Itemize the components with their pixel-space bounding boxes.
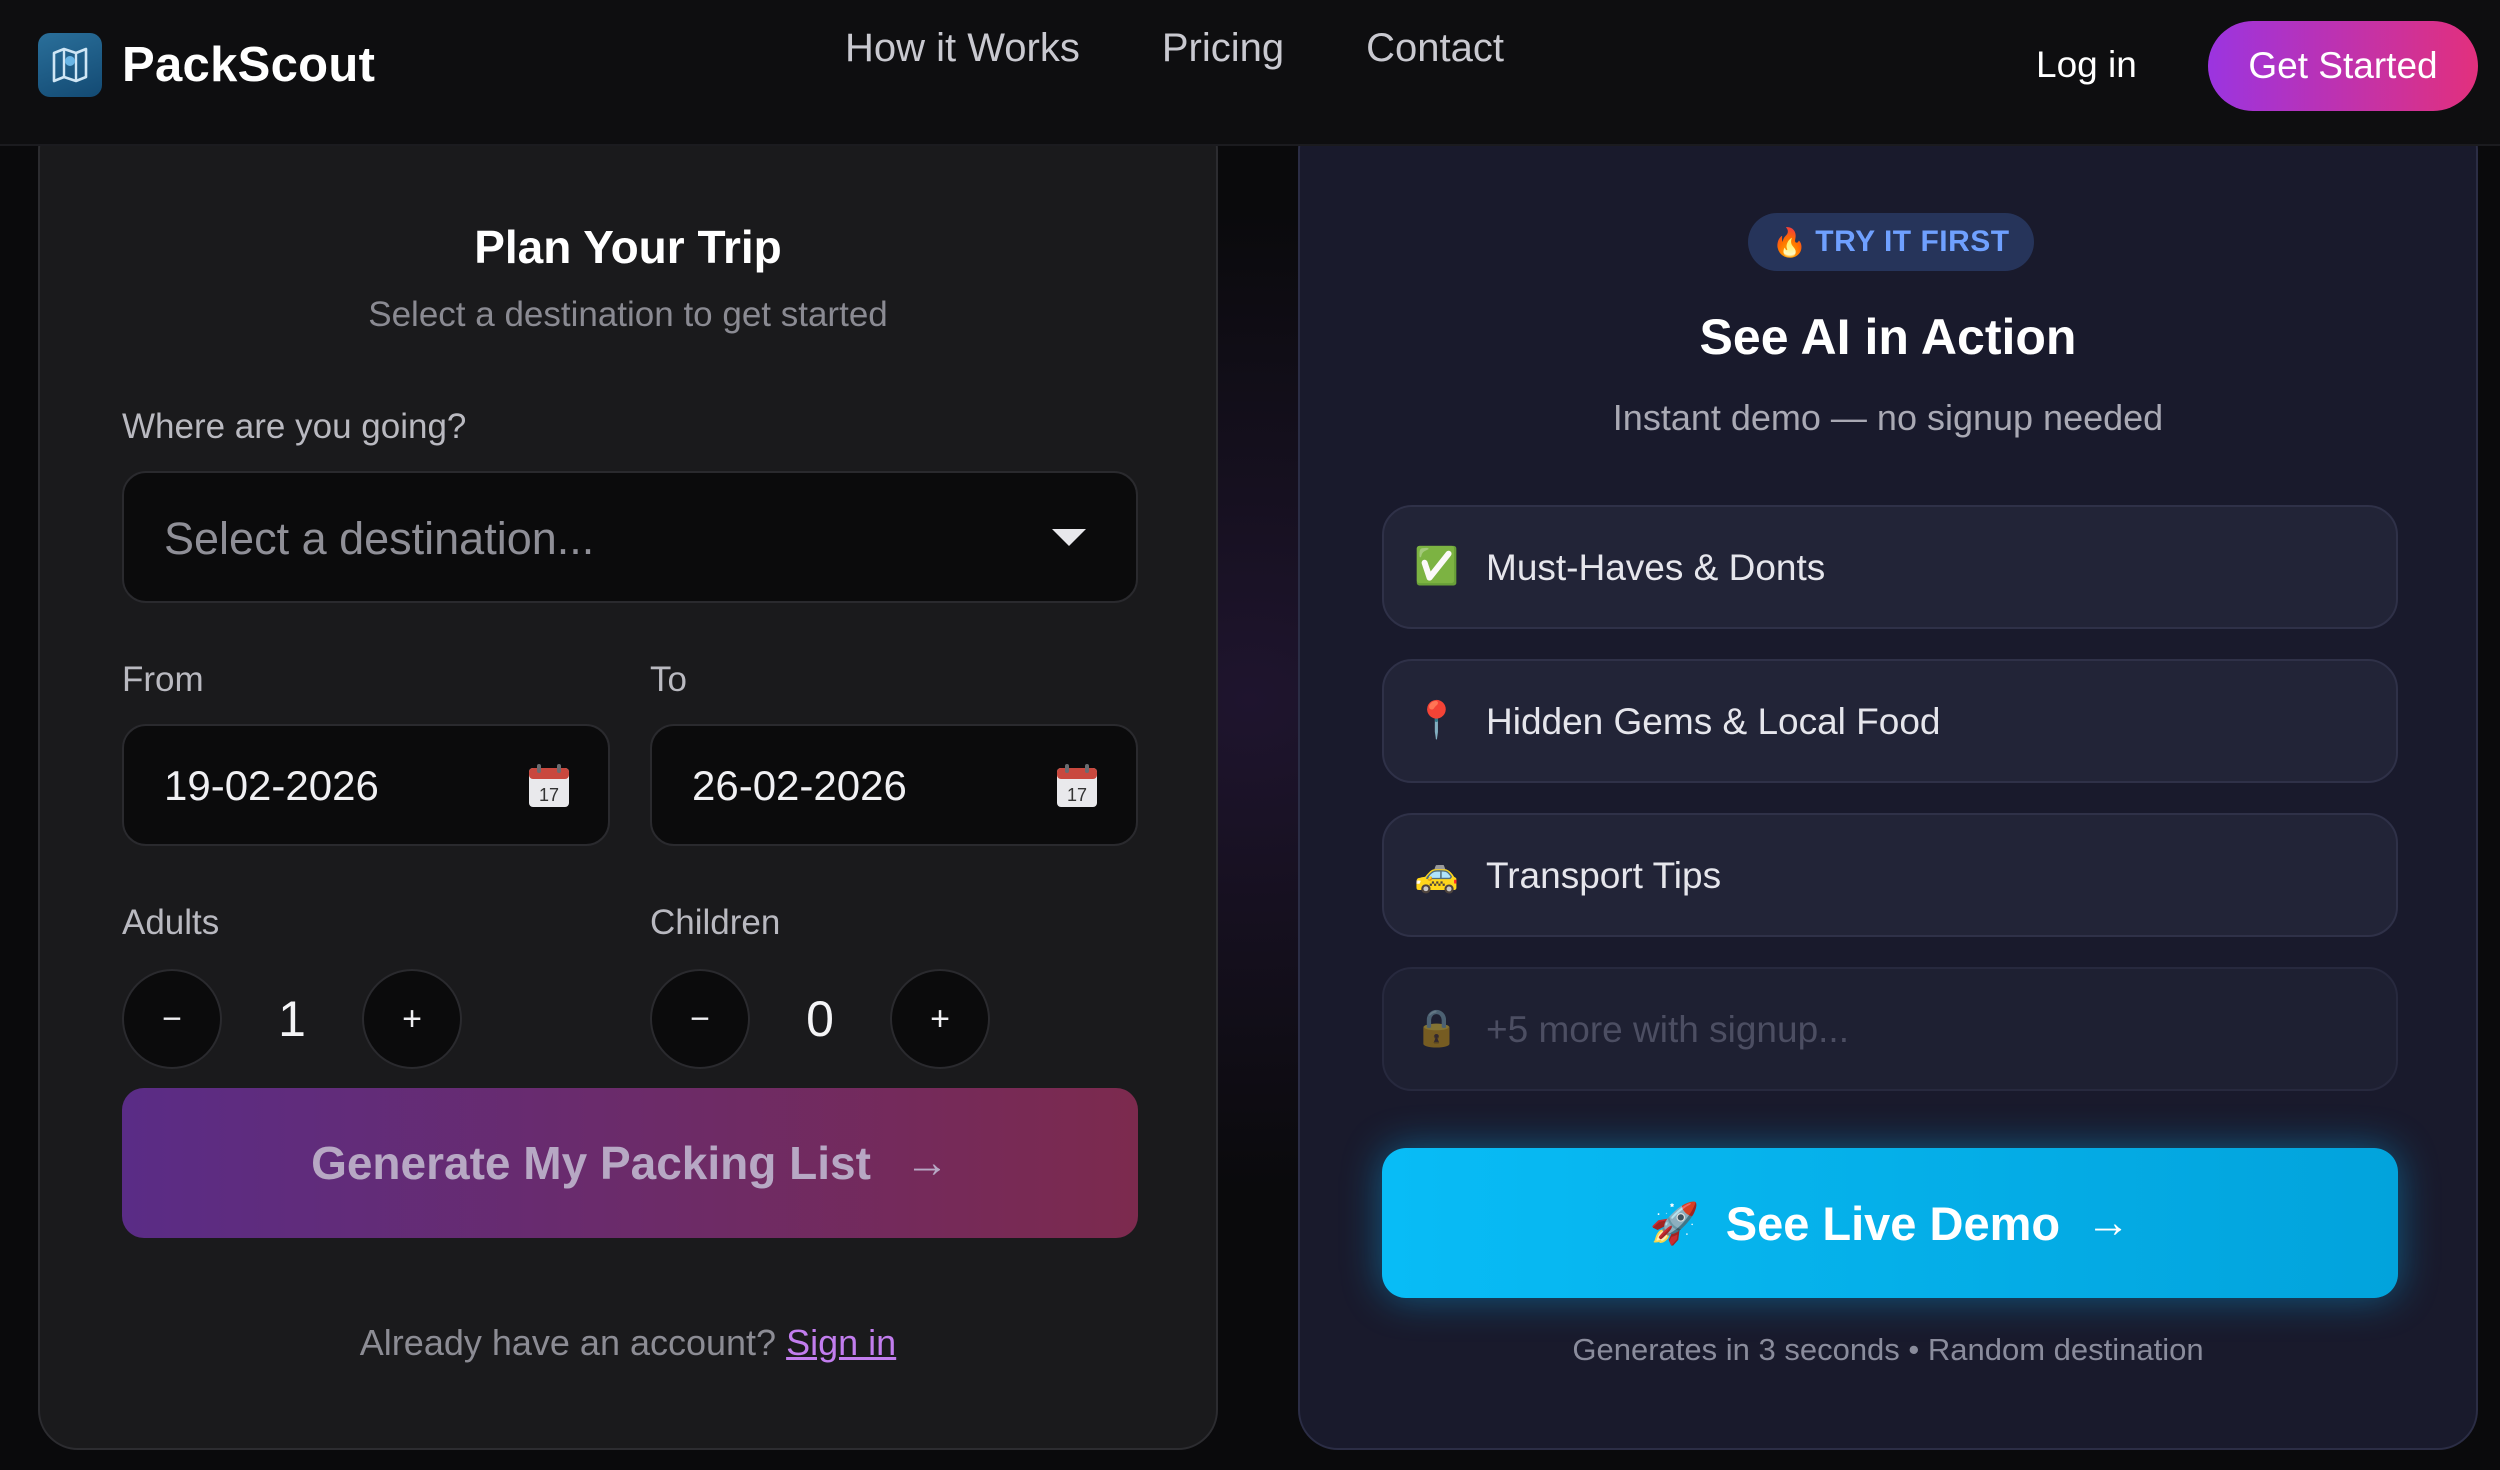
calendar-icon[interactable]: 17	[1056, 764, 1098, 808]
arrow-right-icon: →	[904, 1138, 949, 1187]
plan-title: Plan Your Trip	[474, 221, 782, 273]
generate-packing-list-button[interactable]: Generate My Packing List →	[122, 1088, 1138, 1238]
demo-note: Generates in 3 seconds • Random destinat…	[1572, 1332, 2204, 1367]
arrow-right-icon: →	[2086, 1198, 2131, 1247]
adults-label: Adults	[122, 903, 220, 942]
feature-label: Must-Haves & Donts	[1486, 547, 1826, 588]
feature-must-haves: ✅ Must-Haves & Donts	[1382, 505, 2398, 629]
children-decrement-button[interactable]: −	[650, 969, 750, 1069]
feature-locked: 🔒 +5 more with signup...	[1382, 967, 2398, 1091]
adults-increment-button[interactable]: +	[362, 969, 462, 1069]
feature-label: +5 more with signup...	[1486, 1009, 1849, 1050]
svg-text:17: 17	[1067, 785, 1087, 805]
brand[interactable]: PackScout	[38, 33, 375, 97]
destination-label: Where are you going?	[122, 407, 467, 446]
rocket-icon: 🚀	[1649, 1201, 1700, 1246]
demo-button-label: See Live Demo	[1725, 1196, 2061, 1250]
demo-subtitle: Instant demo — no signup needed	[1612, 397, 2164, 438]
nav-contact[interactable]: Contact	[1366, 26, 1504, 71]
adults-decrement-button[interactable]: −	[122, 969, 222, 1069]
demo-title: See AI in Action	[1699, 309, 2077, 365]
see-live-demo-button[interactable]: 🚀 See Live Demo →	[1382, 1148, 2398, 1298]
nav-how-it-works[interactable]: How it Works	[845, 26, 1080, 71]
badge-text: TRY IT FIRST	[1815, 225, 2010, 258]
brand-name: PackScout	[122, 38, 376, 92]
top-nav: PackScout How it Works Pricing Contact L…	[0, 0, 2500, 146]
try-it-first-badge: 🔥 TRY IT FIRST	[1748, 213, 2034, 271]
account-line: Already have an account? Sign in	[40, 1322, 1216, 1364]
svg-text:17: 17	[539, 785, 559, 805]
calendar-icon[interactable]: 17	[528, 764, 570, 808]
children-count: 0	[806, 991, 834, 1047]
plan-trip-card: Plan Your Trip Select a destination to g…	[38, 110, 1218, 1450]
map-icon	[38, 33, 102, 97]
nav-pricing[interactable]: Pricing	[1162, 26, 1284, 71]
destination-select[interactable]: Select a destination...	[122, 471, 1138, 603]
children-label: Children	[650, 903, 781, 942]
feature-hidden-gems: 📍 Hidden Gems & Local Food	[1382, 659, 2398, 783]
get-started-button[interactable]: Get Started	[2208, 21, 2478, 111]
account-text: Already have an account?	[359, 1322, 777, 1363]
adults-count: 1	[278, 991, 306, 1047]
lock-icon: 🔒	[1414, 1007, 1459, 1048]
destination-placeholder: Select a destination...	[164, 513, 595, 564]
to-label: To	[650, 660, 687, 699]
generate-label: Generate My Packing List	[311, 1137, 871, 1189]
feature-transport-tips: 🚕 Transport Tips	[1382, 813, 2398, 937]
plan-subtitle: Select a destination to get started	[368, 295, 888, 334]
nav-links: How it Works Pricing Contact	[845, 26, 1504, 71]
from-date-field[interactable]: 19-02-2026 17	[122, 724, 610, 846]
taxi-icon: 🚕	[1414, 853, 1459, 894]
login-link[interactable]: Log in	[2036, 44, 2137, 86]
from-date-value: 19-02-2026	[164, 762, 379, 809]
sign-in-link[interactable]: Sign in	[786, 1322, 896, 1363]
pin-icon: 📍	[1414, 699, 1459, 740]
fire-icon: 🔥	[1772, 226, 1808, 258]
feature-label: Hidden Gems & Local Food	[1486, 701, 1941, 742]
to-date-field[interactable]: 26-02-2026 17	[650, 724, 1138, 846]
from-label: From	[122, 660, 204, 699]
children-increment-button[interactable]: +	[890, 969, 990, 1069]
check-icon: ✅	[1414, 545, 1459, 586]
chevron-down-icon	[1052, 529, 1086, 546]
demo-card: 🔥 TRY IT FIRST See AI in Action Instant …	[1298, 110, 2478, 1450]
to-date-value: 26-02-2026	[692, 762, 907, 809]
feature-label: Transport Tips	[1486, 855, 1722, 896]
